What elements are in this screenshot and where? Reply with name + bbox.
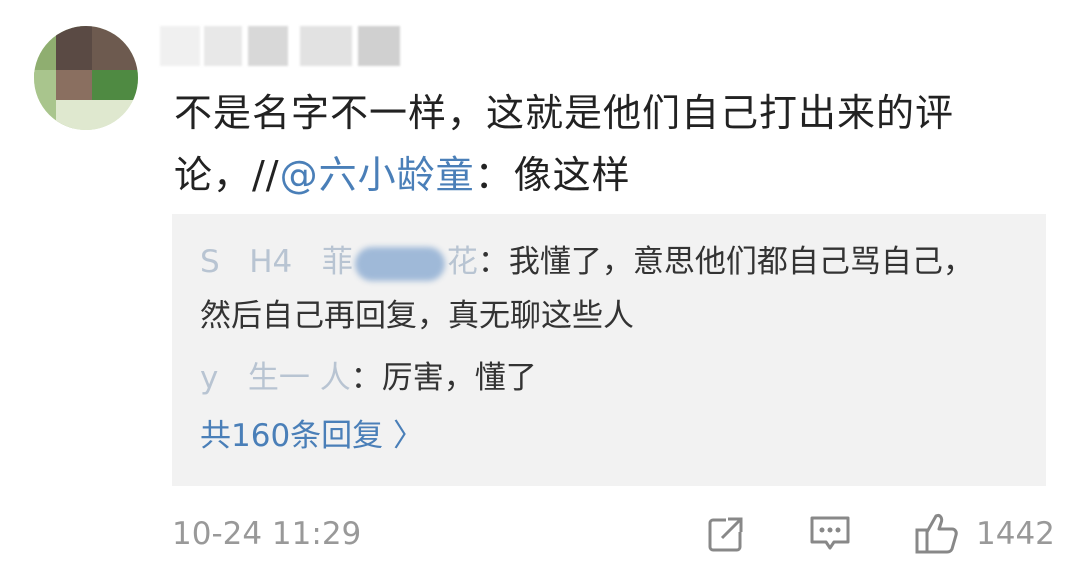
reply-box[interactable]: S H4 菲花：我懂了，意思他们都自己骂自己， 然后自己再回复，真无聊这些人 y… — [172, 214, 1046, 486]
like-count: 1442 — [976, 516, 1055, 552]
comment-text-part2: ：像这样 — [474, 153, 631, 197]
reply-text-continued: 然后自己再回复，真无聊这些人 — [200, 298, 634, 334]
reply-text: ：厉害，懂了 — [350, 360, 537, 396]
comment-text: 不是名字不一样，这就是他们自己打出来的评论，//@六小龄童：像这样 — [174, 82, 1034, 206]
reply-author-redacted[interactable]: S H4 菲花 — [200, 244, 478, 281]
reply-text: ：我懂了，意思他们都自己骂自己， — [477, 244, 974, 280]
comment-icon[interactable] — [808, 514, 852, 558]
reply-item[interactable]: y 生一 人：厉害，懂了 — [200, 356, 537, 400]
username-redacted[interactable] — [160, 18, 400, 74]
thumbs-up-icon[interactable] — [914, 510, 960, 560]
timestamp: 10-24 11:29 — [172, 516, 362, 552]
reply-author-redacted[interactable]: y 生一 人 — [200, 360, 351, 396]
reply-item[interactable]: S H4 菲花：我懂了，意思他们都自己骂自己， — [200, 240, 974, 284]
more-replies-link[interactable]: 共160条回复 〉 — [200, 414, 424, 458]
mention-link[interactable]: @六小龄童 — [280, 153, 475, 197]
share-icon[interactable] — [706, 514, 746, 558]
avatar[interactable] — [34, 26, 138, 130]
